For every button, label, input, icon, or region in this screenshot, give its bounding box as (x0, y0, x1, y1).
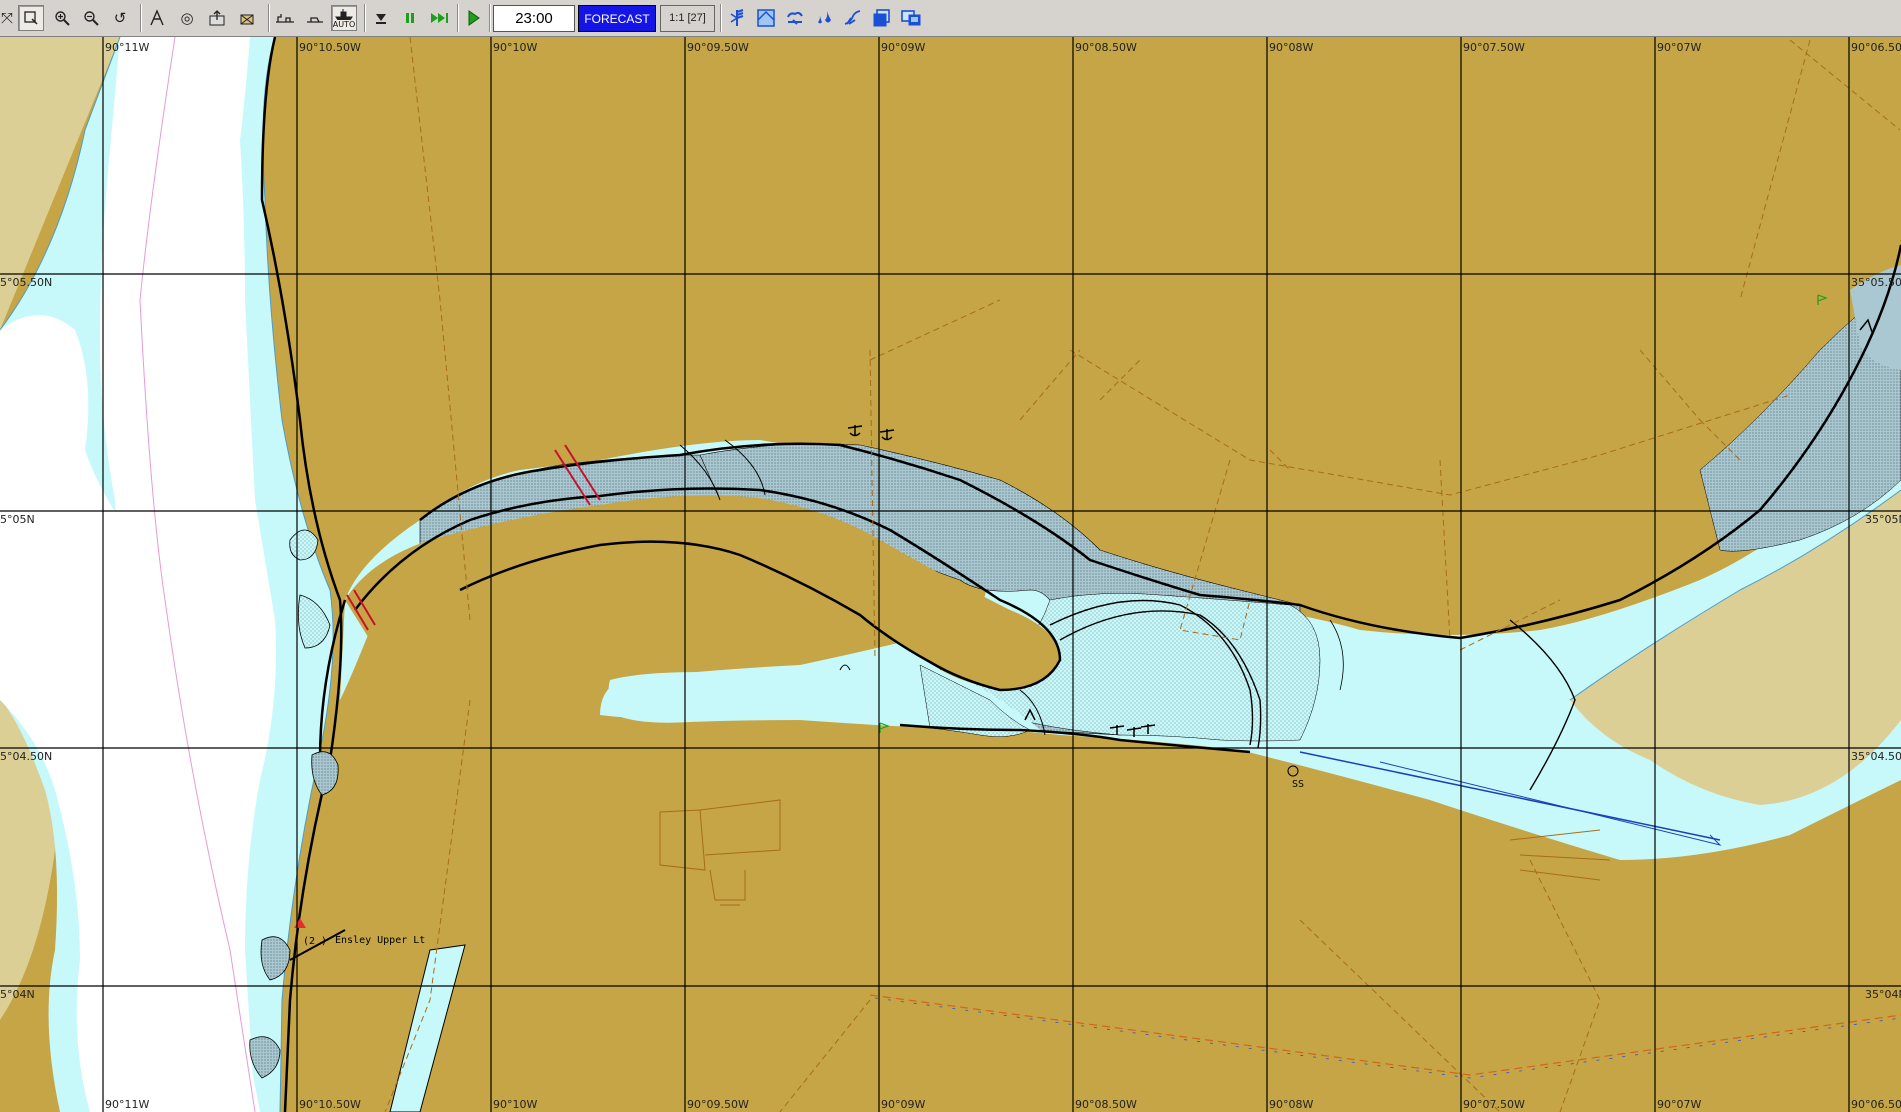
svg-text:5°05N: 5°05N (0, 513, 35, 526)
export-icon[interactable] (204, 5, 230, 31)
forecast-button[interactable]: FORECAST (578, 5, 656, 32)
svg-text:90°10W: 90°10W (493, 41, 537, 54)
svg-text:90°07.50W: 90°07.50W (1463, 41, 1525, 54)
target-icon[interactable]: ◎ (174, 5, 200, 31)
fast-forward-icon[interactable] (427, 5, 453, 31)
svg-text:90°09.50W: 90°09.50W (687, 1098, 749, 1111)
zoom-out-icon[interactable] (78, 5, 104, 31)
undo-icon[interactable]: ↺ (107, 5, 133, 31)
select-icon[interactable] (18, 5, 44, 31)
nautical-chart[interactable]: SS (2 ) Ensley Upper Lt 90°11W 90°10.50W… (0, 37, 1901, 1112)
clouds-icon[interactable] (782, 5, 808, 31)
wind-icon[interactable] (724, 5, 750, 31)
svg-text:90°10W: 90°10W (493, 1098, 537, 1111)
svg-text:35°04.50N: 35°04.50N (1851, 750, 1901, 763)
light-label: Ensley Upper Lt (335, 935, 425, 946)
svg-text:5°04.50N: 5°04.50N (0, 750, 52, 763)
svg-text:35°04N: 35°04N (1865, 988, 1901, 1001)
anchor-mode-icon[interactable] (302, 5, 328, 31)
svg-text:5°04N: 5°04N (0, 988, 35, 1001)
sounding-label: SS (1292, 779, 1304, 790)
svg-text:90°08.50W: 90°08.50W (1075, 41, 1137, 54)
svg-text:5°05.50N: 5°05.50N (0, 276, 52, 289)
svg-text:90°07W: 90°07W (1657, 1098, 1701, 1111)
svg-text:90°08W: 90°08W (1269, 1098, 1313, 1111)
layers-icon[interactable] (869, 5, 895, 31)
route-tool-icon[interactable] (144, 5, 170, 31)
pan-icon[interactable]: ⤧ (0, 5, 20, 31)
svg-text:90°09W: 90°09W (881, 1098, 925, 1111)
precipitation-icon[interactable] (811, 5, 837, 31)
play-icon[interactable] (460, 5, 486, 31)
zoom-in-icon[interactable] (49, 5, 75, 31)
auto-ship-icon[interactable]: AUTO (331, 5, 357, 31)
auto-label: AUTO (332, 20, 356, 29)
vessel-icon[interactable] (234, 5, 260, 31)
svg-text:90°11W: 90°11W (105, 1098, 149, 1111)
svg-text:90°06.50W: 90°06.50W (1851, 1098, 1901, 1111)
grid-overlay-icon[interactable] (753, 5, 779, 31)
svg-text:90°11W: 90°11W (105, 41, 149, 54)
svg-text:90°09.50W: 90°09.50W (687, 41, 749, 54)
svg-text:90°07.50W: 90°07.50W (1463, 1098, 1525, 1111)
stop-icon[interactable] (368, 5, 394, 31)
light-prefix: (2 ) (303, 936, 327, 947)
svg-text:90°06.50W: 90°06.50W (1851, 41, 1901, 54)
waves-icon[interactable] (840, 5, 866, 31)
svg-text:90°08.50W: 90°08.50W (1075, 1098, 1137, 1111)
toolbar: ⤧ ↺ ◎ AUTO 23:00 FORECAST 1:1 [27] (0, 0, 1901, 37)
time-field[interactable]: 23:00 (493, 5, 575, 32)
svg-text:90°07W: 90°07W (1657, 41, 1701, 54)
ship-mode-icon[interactable] (272, 5, 298, 31)
svg-text:90°10.50W: 90°10.50W (299, 1098, 361, 1111)
svg-text:90°09W: 90°09W (881, 41, 925, 54)
svg-text:90°08W: 90°08W (1269, 41, 1313, 54)
pause-icon[interactable] (397, 5, 423, 31)
svg-text:35°05.50N: 35°05.50N (1851, 276, 1901, 289)
svg-text:35°05N: 35°05N (1865, 513, 1901, 526)
scale-field[interactable]: 1:1 [27] (660, 5, 715, 32)
svg-text:90°10.50W: 90°10.50W (299, 41, 361, 54)
windows-icon[interactable] (898, 5, 924, 31)
